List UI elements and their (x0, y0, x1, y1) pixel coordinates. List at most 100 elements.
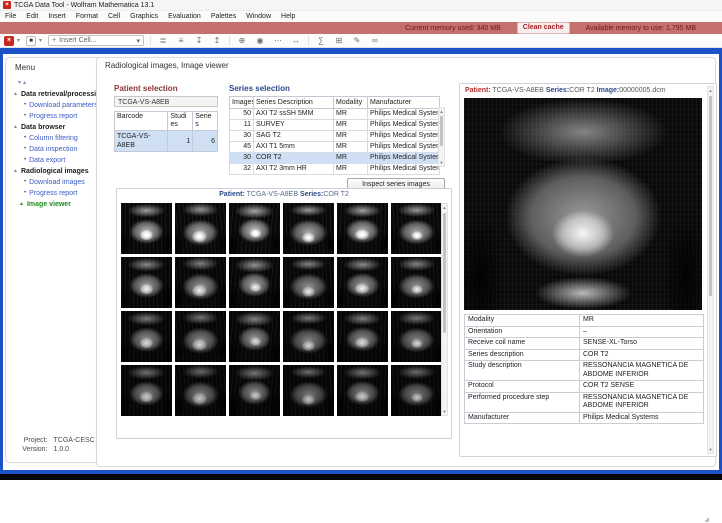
menu-graphics[interactable]: Graphics (130, 13, 158, 20)
abort-evaluation-icon[interactable]: ■ (26, 36, 36, 46)
series-row[interactable]: 11 SURVEY MR Philips Medical Systems (230, 120, 440, 131)
series-thumbnail[interactable] (391, 203, 442, 254)
series-label: Series: (300, 191, 323, 198)
series-thumbnail[interactable] (121, 365, 172, 416)
dicom-image-display[interactable] (464, 98, 702, 310)
tree-collapse-expand[interactable]: ▾▴ (18, 78, 107, 89)
ellipsis-icon[interactable]: ⋯ (272, 36, 284, 45)
scroll-up-icon[interactable]: ▲ (708, 87, 713, 94)
series-thumbnail[interactable] (337, 257, 388, 308)
scroll-up-icon[interactable]: ▲ (439, 108, 444, 115)
patient-selection-block: Patient selection TCGA-VS-A8EB Barcode S… (114, 84, 220, 152)
sidebar-section-radiological-images[interactable]: ▲ Radiological images (13, 166, 107, 177)
series-row[interactable]: 45 AXI T1 5mm MR Philips Medical Systems (230, 142, 440, 153)
scrollbar-thumb[interactable] (443, 213, 446, 333)
scroll-down-icon[interactable]: ▼ (708, 446, 713, 453)
move-up-icon[interactable]: ↥ (211, 36, 223, 45)
insert-cell-dropdown[interactable]: + Insert Cell... ▾ (48, 35, 144, 46)
move-down-icon[interactable]: ↧ (193, 36, 205, 45)
menu-palettes[interactable]: Palettes (211, 13, 236, 20)
scrollbar-thumb[interactable] (709, 96, 712, 296)
sidebar-item-download-images[interactable]: • Download images (24, 177, 107, 188)
series-thumbnail[interactable] (121, 311, 172, 362)
thumbnails-scrollbar[interactable]: ▲ ▼ (441, 203, 448, 416)
menu-file[interactable]: File (5, 13, 16, 20)
menu-window[interactable]: Window (246, 13, 271, 20)
series-table-scrollbar[interactable]: ▲ ▼ (438, 107, 445, 167)
sidebar-item-progress-report-1[interactable]: • Progress report (24, 111, 107, 122)
menu-help[interactable]: Help (281, 13, 295, 20)
scrollbar-thumb[interactable] (440, 116, 443, 146)
scroll-down-icon[interactable]: ▼ (439, 159, 444, 166)
series-table: Images Series Description Modality Manuf… (229, 96, 440, 175)
sidebar-item-image-viewer[interactable]: ▲ Image viewer (19, 199, 107, 210)
cell-manufacturer: Philips Medical Systems (368, 164, 440, 175)
sidebar-section-data-browser[interactable]: ▲ Data browser (13, 122, 107, 133)
series-thumbnail[interactable] (337, 311, 388, 362)
cell-grouping-icon[interactable]: ≡ (175, 36, 187, 45)
meta-label: Protocol (465, 381, 580, 393)
bullet-icon: • (24, 188, 26, 199)
series-thumbnail[interactable] (229, 203, 280, 254)
sidebar-item-progress-report-2[interactable]: • Progress report (24, 188, 107, 199)
meta-label: Modality (465, 315, 580, 327)
clean-cache-button[interactable]: Clean cache (517, 22, 570, 34)
series-thumbnail[interactable] (175, 203, 226, 254)
series-thumbnail[interactable] (337, 365, 388, 416)
align-icon[interactable]: ⊕ (236, 36, 248, 45)
series-thumbnail[interactable] (283, 257, 334, 308)
menu-evaluation[interactable]: Evaluation (168, 13, 201, 20)
menu-edit[interactable]: Edit (26, 13, 38, 20)
series-thumbnail[interactable] (391, 365, 442, 416)
cell-modality: MR (334, 131, 368, 142)
chevron-down-icon[interactable]: ▾ (39, 37, 42, 44)
scroll-down-icon[interactable]: ▼ (442, 408, 447, 415)
expand-all-icon[interactable]: ▴ (23, 80, 28, 86)
item-label: Download parameters (29, 100, 97, 111)
width-icon[interactable]: ↔ (290, 36, 302, 45)
series-thumbnail[interactable] (283, 365, 334, 416)
mathematica-toolbar-icon[interactable]: ✶ (4, 36, 14, 46)
series-row[interactable]: 32 AXI T2 3mm HR MR Philips Medical Syst… (230, 164, 440, 175)
sidebar-item-download-parameters[interactable]: • Download parameters (24, 100, 107, 111)
series-thumbnail[interactable] (391, 311, 442, 362)
sidebar-item-data-inspection[interactable]: • Data inspection (24, 144, 107, 155)
cell-images: 11 (230, 120, 254, 131)
series-thumbnail[interactable] (229, 257, 280, 308)
sidebar-item-column-filtering[interactable]: • Column filtering (24, 133, 107, 144)
series-thumbnail[interactable] (229, 365, 280, 416)
target-icon[interactable]: ◉ (254, 36, 266, 45)
series-thumbnail[interactable] (121, 257, 172, 308)
matrix-icon[interactable]: ⊞ (333, 36, 345, 45)
series-thumbnail[interactable] (391, 257, 442, 308)
toolbar: ✶ ▾ ■ ▾ + Insert Cell... ▾ ≣ ≡ ↧ ↥ ⊕ ◉ ⋯… (0, 34, 722, 48)
series-thumbnail[interactable] (229, 311, 280, 362)
menu-cell[interactable]: Cell (108, 13, 120, 20)
edit-icon[interactable]: ✎ (351, 36, 363, 45)
link-icon[interactable]: ∞ (369, 36, 381, 45)
patient-selector-dropdown[interactable]: TCGA-VS-A8EB (114, 96, 218, 107)
col-images: Images (230, 97, 254, 109)
sum-icon[interactable]: ∑ (315, 36, 327, 45)
series-row[interactable]: 30 SAG T2 MR Philips Medical Systems (230, 131, 440, 142)
thumbnails-title: Patient: TCGA-VS-A8EB Series:COR T2 (117, 191, 451, 198)
series-thumbnail[interactable] (175, 257, 226, 308)
series-row-selected[interactable]: 30 COR T2 MR Philips Medical Systems (230, 153, 440, 164)
viewer-scrollbar[interactable]: ▲ ▼ (707, 86, 714, 454)
series-thumbnail[interactable] (283, 203, 334, 254)
sidebar-section-data-retrieval[interactable]: ▲ Data retrieval/processing (13, 89, 107, 100)
menu-format[interactable]: Format (76, 13, 98, 20)
scroll-up-icon[interactable]: ▲ (442, 204, 447, 211)
series-row[interactable]: 50 AXI T2 ssSH 5MM MR Philips Medical Sy… (230, 109, 440, 120)
resize-handle-icon[interactable]: ◢ (704, 516, 709, 523)
menu-insert[interactable]: Insert (48, 13, 66, 20)
series-thumbnail[interactable] (283, 311, 334, 362)
sidebar-item-data-export[interactable]: • Data export (24, 155, 107, 166)
chevron-down-icon[interactable]: ▾ (17, 37, 20, 44)
series-thumbnail[interactable] (121, 203, 172, 254)
series-thumbnail[interactable] (175, 311, 226, 362)
series-thumbnail[interactable] (175, 365, 226, 416)
patient-row[interactable]: TCGA-VS-A8EB 1 6 (115, 131, 218, 152)
justification-icon[interactable]: ≣ (157, 36, 169, 45)
series-thumbnail[interactable] (337, 203, 388, 254)
